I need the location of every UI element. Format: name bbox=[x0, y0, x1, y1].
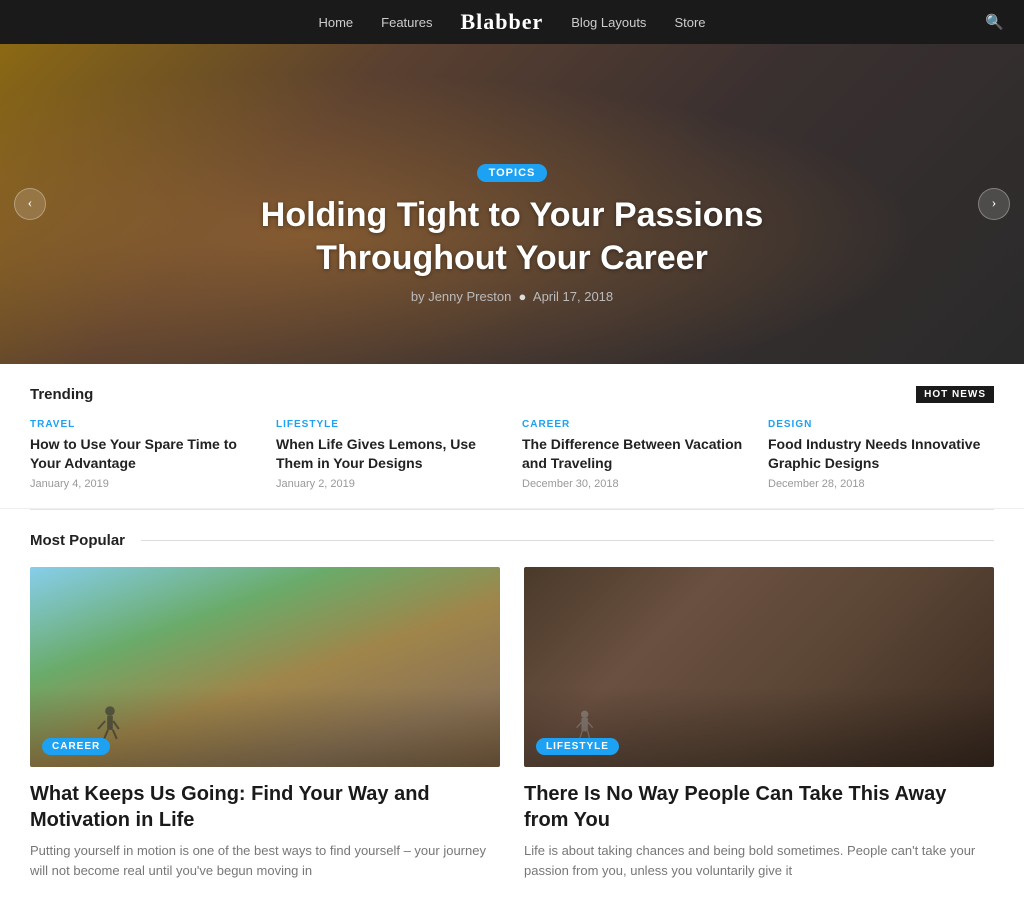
trending-section: Trending HOT NEWS TRAVEL How to Use Your… bbox=[0, 364, 1024, 509]
hero-next-button[interactable]: › bbox=[978, 188, 1010, 220]
trending-item-date-3: December 30, 2018 bbox=[522, 478, 748, 490]
card-badge-2: LIFESTYLE bbox=[536, 738, 619, 755]
hot-news-badge: HOT NEWS bbox=[916, 386, 994, 403]
hero-prev-button[interactable]: ‹ bbox=[14, 188, 46, 220]
navbar: Home Features Blabber Blog Layouts Store… bbox=[0, 0, 1024, 44]
hero-date: April 17, 2018 bbox=[533, 289, 613, 304]
popular-card-title-1[interactable]: What Keeps Us Going: Find Your Way and M… bbox=[30, 781, 500, 833]
trending-category-4: DESIGN bbox=[768, 419, 994, 430]
nav-blog-layouts[interactable]: Blog Layouts bbox=[571, 15, 646, 30]
trending-category-1: TRAVEL bbox=[30, 419, 256, 430]
nav-store[interactable]: Store bbox=[674, 15, 705, 30]
card-badge-1: CAREER bbox=[42, 738, 110, 755]
popular-card-excerpt-2: Life is about taking chances and being b… bbox=[524, 841, 994, 881]
trending-title: Trending bbox=[30, 386, 93, 403]
site-logo[interactable]: Blabber bbox=[460, 9, 543, 35]
popular-header: Most Popular bbox=[30, 532, 994, 549]
popular-card-1: CAREER What Keeps Us Going: Find Your Wa… bbox=[30, 567, 500, 881]
trending-item-date-1: January 4, 2019 bbox=[30, 478, 256, 490]
popular-title: Most Popular bbox=[30, 532, 125, 549]
nav-links: Home Features Blabber Blog Layouts Store bbox=[318, 9, 705, 35]
hero-content: TOPICS Holding Tight to Your Passions Th… bbox=[212, 163, 812, 304]
workshop-image bbox=[524, 567, 994, 767]
trending-category-2: LIFESTYLE bbox=[276, 419, 502, 430]
trending-item-4: DESIGN Food Industry Needs Innovative Gr… bbox=[768, 419, 994, 490]
popular-grid: CAREER What Keeps Us Going: Find Your Wa… bbox=[30, 567, 994, 881]
trending-item-date-4: December 28, 2018 bbox=[768, 478, 994, 490]
search-icon[interactable]: 🔍 bbox=[985, 13, 1004, 32]
popular-divider bbox=[141, 540, 994, 541]
nav-home[interactable]: Home bbox=[318, 15, 353, 30]
trending-item-title-4[interactable]: Food Industry Needs Innovative Graphic D… bbox=[768, 435, 994, 473]
runners-image bbox=[30, 567, 500, 767]
trending-item-3: CAREER The Difference Between Vacation a… bbox=[522, 419, 748, 490]
nav-features[interactable]: Features bbox=[381, 15, 432, 30]
popular-card-image-1: CAREER bbox=[30, 567, 500, 767]
popular-section: Most Popular CAREER What K bbox=[0, 510, 1024, 905]
hero-author: by Jenny Preston bbox=[411, 289, 511, 304]
trending-item-2: LIFESTYLE When Life Gives Lemons, Use Th… bbox=[276, 419, 502, 490]
trending-item-1: TRAVEL How to Use Your Spare Time to You… bbox=[30, 419, 256, 490]
hero-meta: by Jenny Preston ● April 17, 2018 bbox=[212, 289, 812, 304]
hero-title: Holding Tight to Your Passions Throughou… bbox=[212, 194, 812, 279]
trending-item-title-1[interactable]: How to Use Your Spare Time to Your Advan… bbox=[30, 435, 256, 473]
trending-category-3: CAREER bbox=[522, 419, 748, 430]
popular-card-image-2: LIFESTYLE bbox=[524, 567, 994, 767]
trending-item-title-2[interactable]: When Life Gives Lemons, Use Them in Your… bbox=[276, 435, 502, 473]
popular-card-excerpt-1: Putting yourself in motion is one of the… bbox=[30, 841, 500, 881]
trending-item-date-2: January 2, 2019 bbox=[276, 478, 502, 490]
hero-topics-badge[interactable]: TOPICS bbox=[477, 164, 548, 182]
trending-header: Trending HOT NEWS bbox=[30, 386, 994, 403]
popular-card-2: LIFESTYLE There Is No Way People Can Tak… bbox=[524, 567, 994, 881]
popular-card-title-2[interactable]: There Is No Way People Can Take This Awa… bbox=[524, 781, 994, 833]
hero-section: ‹ › TOPICS Holding Tight to Your Passion… bbox=[0, 44, 1024, 364]
trending-grid: TRAVEL How to Use Your Spare Time to You… bbox=[30, 419, 994, 490]
trending-item-title-3[interactable]: The Difference Between Vacation and Trav… bbox=[522, 435, 748, 473]
